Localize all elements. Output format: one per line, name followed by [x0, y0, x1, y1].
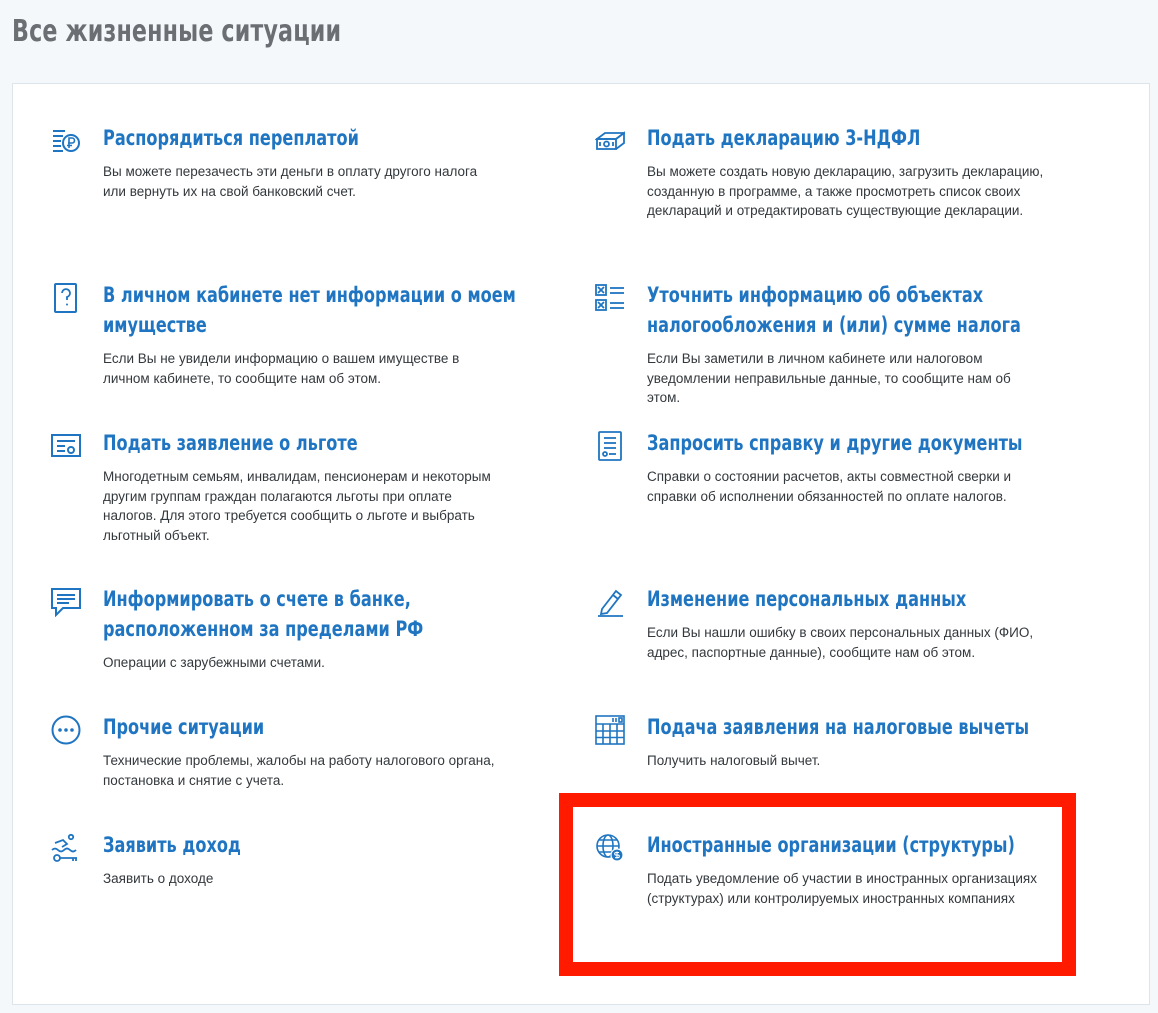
page-title: Все жизненные ситуации [12, 14, 342, 49]
situation-overpayment[interactable]: Распорядиться переплатой Вы можете перез… [53, 124, 523, 201]
situation-description: Многодетным семьям, инвалидам, пенсионер… [103, 469, 491, 543]
situation-description: Если Вы заметили в личном кабинете или н… [647, 351, 1011, 405]
situation-title[interactable]: Прочие ситуации [103, 713, 523, 743]
situation-tax-deductions[interactable]: Подача заявления на налоговые вычеты Пол… [595, 713, 1067, 771]
situation-declaration[interactable]: Подать декларацию 3-НДФЛ Вы можете созда… [595, 124, 1067, 221]
situation-title-line: Информировать о счете в банке, [103, 587, 411, 612]
situation-title[interactable]: Информировать о счете в банке, расположе… [103, 585, 523, 645]
situation-title-line: Уточнить информацию об объектах [647, 283, 984, 308]
chat-message-icon [51, 587, 81, 617]
situation-description: Если Вы нашли ошибку в своих персональны… [647, 625, 1034, 660]
situation-title[interactable]: Подать декларацию 3-НДФЛ [647, 124, 1067, 154]
situation-benefit[interactable]: Подать заявление о льготе Многодетным се… [51, 429, 523, 545]
situation-clarify-objects[interactable]: Уточнить информацию об объектах налогооб… [595, 281, 1067, 408]
pencil-icon [595, 587, 625, 617]
situation-title-line: налогообложения и (или) сумме налога [647, 313, 1021, 338]
situation-title-line: В личном кабинете нет информации о моем [103, 283, 516, 308]
situation-title-line: имуществе [103, 313, 207, 338]
more-dots-icon [51, 715, 81, 745]
situation-title[interactable]: Распорядиться переплатой [103, 124, 523, 154]
calculator-icon [595, 715, 625, 745]
situation-description: Если Вы не увидели информацию о вашем им… [103, 351, 460, 386]
situation-title[interactable]: Подать заявление о льготе [103, 429, 523, 459]
situation-foreign-account[interactable]: Информировать о счете в банке, расположе… [51, 585, 523, 673]
situation-other[interactable]: Прочие ситуации Технические проблемы, жа… [51, 713, 523, 790]
highlight-frame [559, 793, 1076, 976]
swimmer-key-icon [51, 833, 81, 863]
situation-declare-income[interactable]: Заявить доход Заявить о доходе [51, 831, 523, 889]
situation-title[interactable]: Уточнить информацию об объектах налогооб… [647, 281, 1067, 341]
situation-description: Справки о состоянии расчетов, акты совме… [647, 469, 1012, 504]
situation-title[interactable]: Запросить справку и другие документы [647, 429, 1067, 459]
situation-description: Вы можете создать новую декларацию, загр… [647, 164, 1044, 218]
situation-no-property-info[interactable]: В личном кабинете нет информации о моем … [54, 281, 523, 388]
situation-request-documents[interactable]: Запросить справку и другие документы Спр… [598, 429, 1067, 506]
situation-description: Заявить о доходе [103, 871, 214, 886]
money-stack-icon [595, 126, 625, 156]
situation-description: Операции с зарубежными счетами. [103, 655, 325, 670]
situation-description: Технические проблемы, жалобы на работу н… [103, 753, 495, 788]
situation-personal-data[interactable]: Изменение персональных данных Если Вы на… [598, 585, 1067, 662]
situation-title-line: расположенном за пределами РФ [103, 617, 424, 642]
situation-title[interactable]: В личном кабинете нет информации о моем … [103, 281, 523, 341]
certificate-icon [51, 431, 81, 461]
situation-description: Вы можете перезачесть эти деньги в оплат… [103, 164, 478, 199]
situation-title[interactable]: Заявить доход [103, 831, 523, 861]
checklist-icon [595, 283, 625, 313]
situation-title[interactable]: Изменение персональных данных [647, 585, 1067, 615]
ruble-coins-icon [51, 126, 81, 156]
question-document-icon [51, 283, 81, 313]
situation-description: Получить налоговый вычет. [647, 753, 821, 768]
situation-title[interactable]: Подача заявления на налоговые вычеты [647, 713, 1067, 743]
document-list-icon [595, 431, 625, 461]
